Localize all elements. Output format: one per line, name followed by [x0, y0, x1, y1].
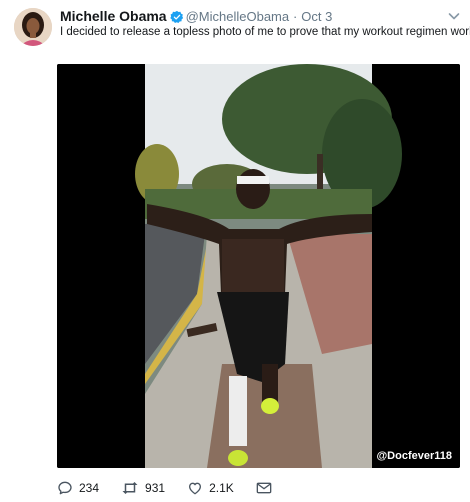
heart-icon: [189, 482, 202, 495]
retweet-button[interactable]: 931: [121, 480, 165, 496]
video-frame: [57, 64, 460, 468]
retweet-count: 931: [145, 481, 166, 495]
tweet-header: Michelle Obama @MichelleObama · Oct 3: [60, 8, 332, 27]
separator-dot: ·: [293, 9, 298, 24]
timestamp[interactable]: Oct 3: [301, 9, 332, 24]
avatar-image: [14, 8, 52, 46]
tweet-text: I decided to release a topless photo of …: [60, 26, 470, 38]
avatar[interactable]: [14, 8, 52, 46]
direct-message-button[interactable]: [256, 481, 278, 495]
reply-icon: [58, 481, 72, 495]
reply-count: 234: [79, 481, 100, 495]
like-count: 2.1K: [209, 481, 234, 495]
verified-badge-icon: [169, 10, 184, 27]
envelope-icon: [256, 482, 272, 494]
like-button[interactable]: 2.1K: [187, 480, 234, 496]
reply-button[interactable]: 234: [57, 480, 99, 496]
display-name[interactable]: Michelle Obama: [60, 8, 167, 24]
retweet-icon: [122, 482, 138, 494]
tweet-card[interactable]: Michelle Obama @MichelleObama · Oct 3 I d…: [0, 0, 470, 502]
tweet-media[interactable]: @Docfever118: [57, 64, 460, 468]
media-watermark: @Docfever118: [376, 450, 452, 462]
tweet-actions: 234 931 2.1K: [57, 478, 300, 498]
chevron-down-icon[interactable]: [446, 8, 462, 24]
user-handle[interactable]: @MichelleObama: [186, 9, 290, 24]
